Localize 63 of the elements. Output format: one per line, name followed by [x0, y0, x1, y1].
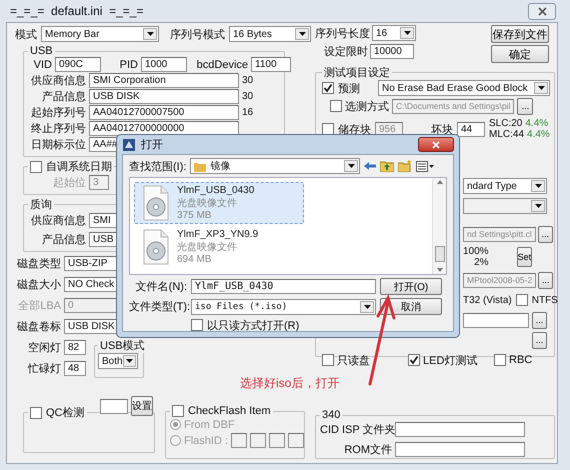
group-title: 测试项目设定 [324, 66, 390, 80]
percent-text: 2% [474, 257, 489, 268]
field-label: LED灯测试 [423, 354, 478, 368]
field-label: 序列号长度 [315, 26, 370, 40]
field-label: 预测 [338, 82, 360, 96]
filesystem-label: T32 (Vista) [463, 294, 512, 306]
group-title: 质询 [30, 198, 52, 212]
group-title: USB [30, 45, 53, 57]
field-label: From DBF [184, 418, 235, 430]
group-title: 340 [322, 409, 340, 421]
file-name: YlmF_XP3_YN9.9 [177, 229, 258, 240]
field-label: 文件名(N): [134, 280, 187, 294]
length-value: 30 [242, 75, 254, 86]
field-label: 选测方式 [345, 100, 389, 114]
field-label: 坏块 [431, 122, 453, 136]
group-title: 自调系统日期 [46, 160, 112, 174]
field-label: 模式 [15, 28, 37, 42]
field-label: 设定限时 [323, 44, 368, 58]
field-label: 起始序列号 [30, 106, 86, 120]
checkbox-label: NTFS [532, 294, 558, 306]
field-label: 以只读方式打开(R) [207, 318, 300, 331]
ratio-value: 4.4% [525, 118, 548, 129]
ratio-value: 4.4% [527, 129, 550, 140]
field-label: 供应商信息 [30, 74, 86, 88]
file-type: 光盘映像文件 [177, 196, 238, 210]
file-name: YlmF_USB_0430 [177, 185, 254, 196]
field-label: 起始位 [52, 176, 86, 190]
field-label: VID [32, 58, 52, 70]
group-title: QC检测 [46, 406, 84, 420]
field-label: PID [118, 58, 138, 70]
field-label: RBC [509, 354, 532, 366]
ratio-label: MLC:44 [489, 129, 524, 140]
field-label: bcdDevice [196, 58, 248, 70]
field-label: 产品信息 [41, 90, 86, 104]
field-label: 全部LBA [17, 298, 61, 313]
field-label: ROM文件 [343, 442, 392, 457]
field-label: FlashID : [184, 434, 228, 446]
field-label: 查找范围(I): [129, 160, 186, 174]
field-label: 空闲灯 [27, 340, 61, 355]
group-title: CheckFlash Item [188, 405, 271, 417]
length-value: 30 [242, 91, 254, 102]
file-type: 光盘映像文件 [177, 240, 238, 254]
group-title: USB模式 [100, 339, 145, 353]
percent-text: 100% [463, 246, 489, 257]
length-value: 16 [242, 107, 254, 118]
annotation-text: 选择好iso后，打开 [240, 375, 340, 392]
field-label: 产品信息 [41, 232, 86, 246]
field-label: 序列号模式 [170, 28, 225, 42]
field-label: 日期标示位 [30, 138, 86, 152]
ratio-label: SLC:20 [489, 118, 522, 129]
file-size: 694 MB [177, 254, 212, 265]
field-label: 磁盘类型 [16, 257, 61, 271]
field-label: 储存块 [338, 122, 371, 136]
field-label: 文件类型(T): [129, 300, 187, 314]
file-size: 375 MB [177, 210, 212, 221]
field-label: 终止序列号 [30, 122, 86, 136]
field-label: 忙碌灯 [26, 362, 61, 376]
window-title: =_=_= default.ini =_=_= [10, 4, 144, 18]
dialog-title: 打开 [141, 138, 163, 152]
field-label: 供应商信息 [30, 214, 86, 228]
field-label: 只读盘 [337, 354, 370, 368]
field-label: 磁盘大小 [16, 278, 61, 292]
field-label: 磁盘卷标 [16, 320, 61, 334]
